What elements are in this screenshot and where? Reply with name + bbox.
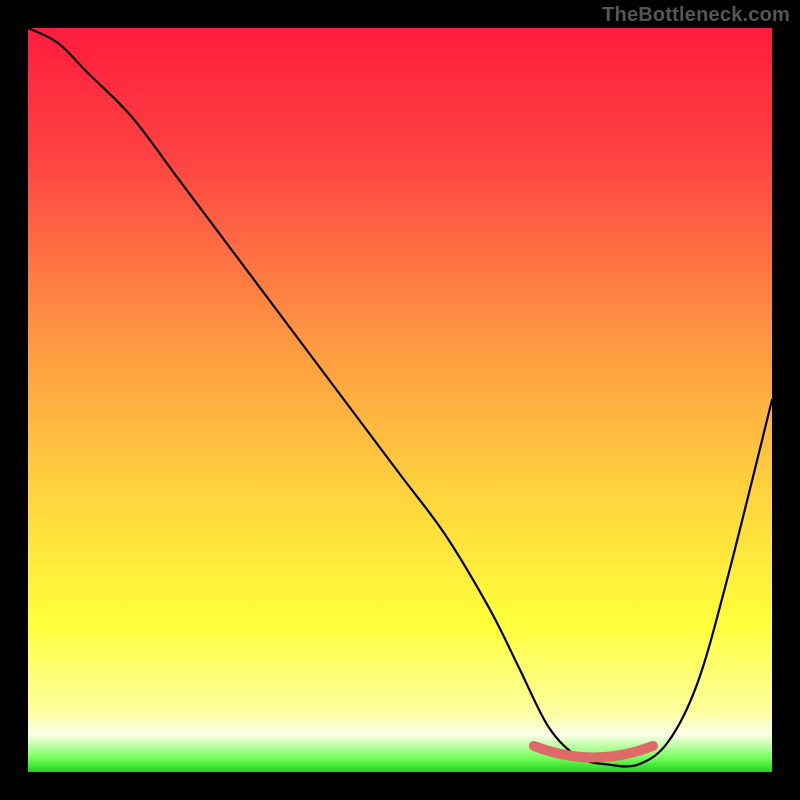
chart-frame: TheBottleneck.com [0,0,800,800]
gradient-background [28,28,772,772]
plot-area [28,28,772,772]
watermark-text: TheBottleneck.com [602,4,790,27]
bottleneck-chart [28,28,772,772]
